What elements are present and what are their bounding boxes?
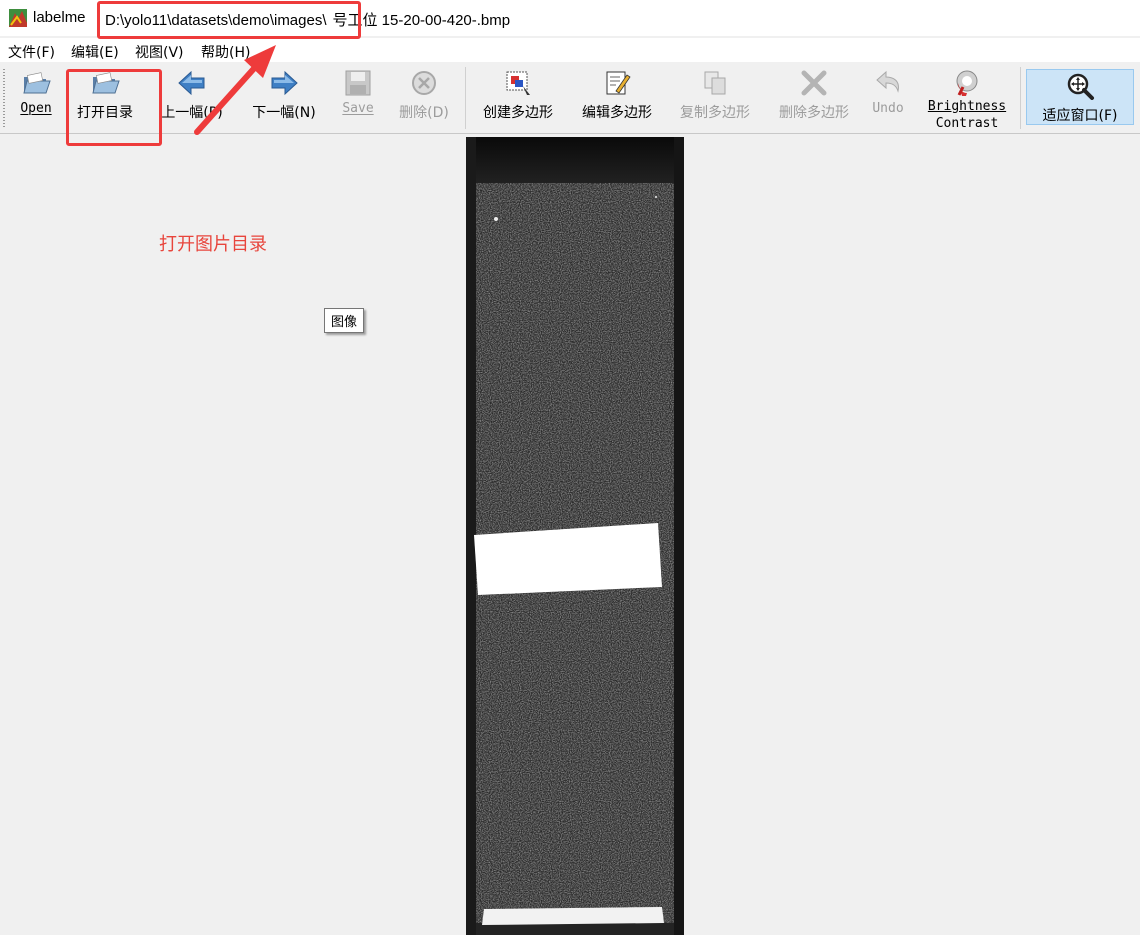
canvas-area[interactable]: 打开图片目录 图像 [0,134,1140,935]
delete-file-button[interactable]: 删除(D) [392,63,456,133]
delete-file-label: 删除(D) [399,105,449,121]
create-polygon-label: 创建多边形 [483,105,553,121]
delete-circle-icon [412,71,436,95]
create-polygon-button[interactable]: 创建多边形 [474,63,562,133]
toolbar-separator [1020,67,1021,129]
brightness-label: Brightness [927,99,1007,114]
toolbar: Open 打开目录 上一幅(P) 下一幅(N) Save 删除(D) 创建多边形… [0,63,1140,134]
copy-icon [704,71,726,95]
fit-window-button[interactable]: 适应窗口(F) [1026,69,1134,125]
undo-button[interactable]: Undo [862,63,914,133]
save-icon [345,70,371,96]
fit-window-label: 适应窗口(F) [1042,108,1118,124]
app-title: labelme [33,9,86,26]
toolbar-grip[interactable] [3,69,5,127]
highlight-box-open-dir [66,69,162,146]
arrow-right-icon [271,70,298,96]
create-polygon-icon [506,71,530,95]
folder-open-icon [23,72,51,94]
prev-label: 上一幅(P) [161,105,223,121]
undo-icon [876,70,899,93]
loaded-image[interactable] [466,137,684,935]
brightness-contrast-button[interactable]: Brightness Contrast [922,63,1012,133]
menu-help[interactable]: 帮助(H) [201,42,250,62]
menu-view[interactable]: 视图(V) [135,42,184,62]
brightness-contrast-icon [956,70,978,96]
save-button[interactable]: Save [332,63,384,133]
next-label: 下一幅(N) [252,105,316,121]
menu-bar: 文件(F) 编辑(E) 视图(V) 帮助(H) [0,38,1140,62]
fit-window-icon [1067,73,1094,100]
copy-polygon-button[interactable]: 复制多边形 [671,63,759,133]
delete-x-icon [801,70,827,96]
edit-polygon-button[interactable]: 编辑多边形 [573,63,661,133]
arrow-left-icon [178,70,205,96]
open-label: Open [20,101,52,116]
edit-polygon-icon [606,71,631,95]
edit-polygon-label: 编辑多边形 [582,105,652,121]
annotation-open-image-dir: 打开图片目录 [159,234,267,255]
highlight-box-file-path [97,1,361,39]
undo-label: Undo [872,101,904,116]
open-button[interactable]: Open [10,63,62,133]
prev-image-button[interactable]: 上一幅(P) [152,63,232,133]
menu-edit[interactable]: 编辑(E) [71,42,119,62]
save-label: Save [342,101,374,116]
copy-polygon-label: 复制多边形 [680,105,750,121]
toolbar-separator [465,67,466,129]
labelme-app-icon [9,9,27,27]
delete-polygon-button[interactable]: 删除多边形 [770,63,858,133]
delete-polygon-label: 删除多边形 [779,105,849,121]
image-tooltip: 图像 [324,308,365,333]
menu-file[interactable]: 文件(F) [8,42,55,62]
contrast-label: Contrast [935,116,999,131]
next-image-button[interactable]: 下一幅(N) [244,63,324,133]
